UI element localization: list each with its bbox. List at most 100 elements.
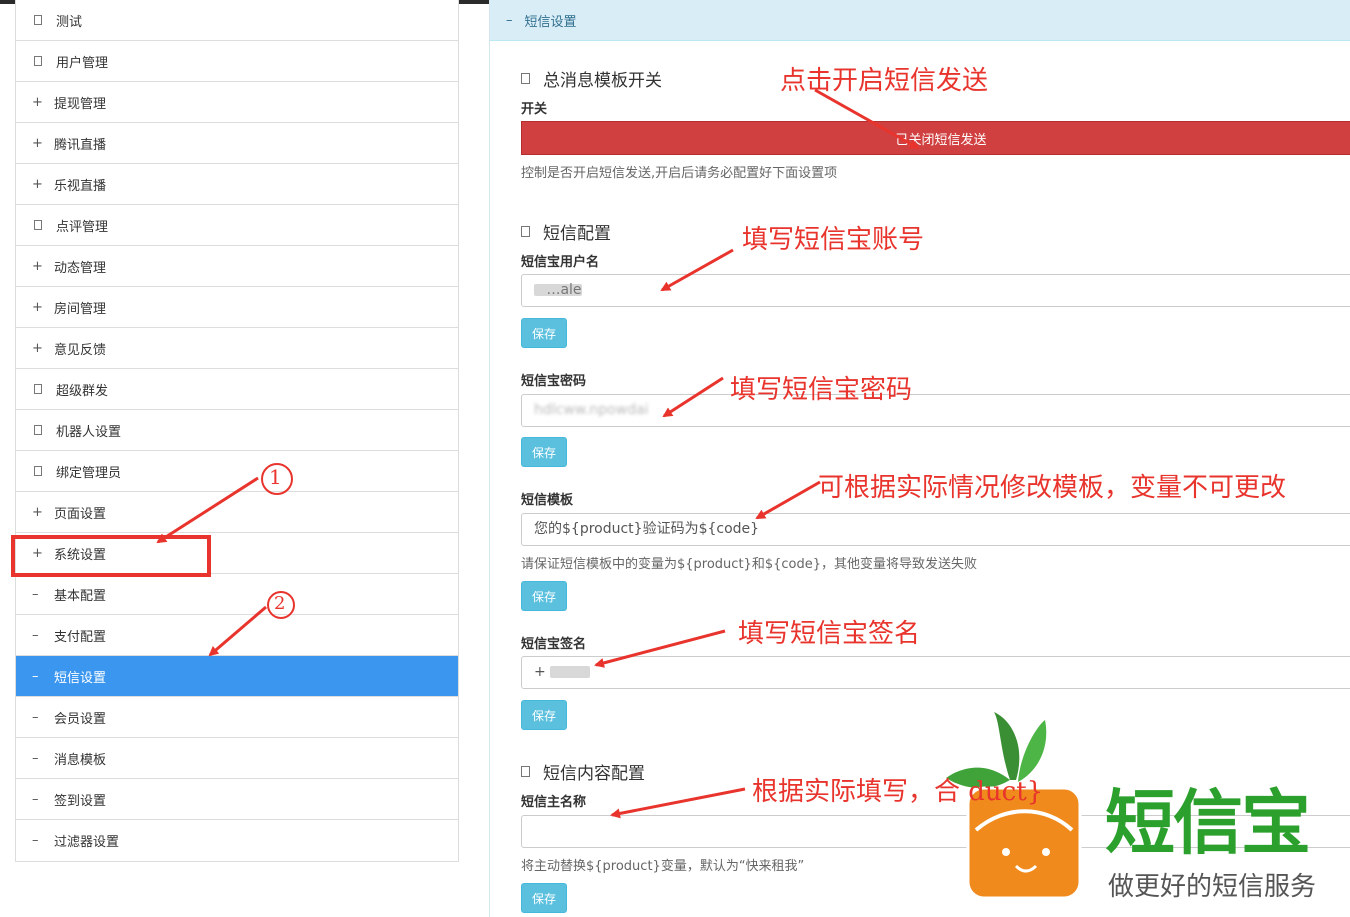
save-password-button[interactable]: 保存 [521,437,567,467]
expand-icon: + [32,340,43,356]
sidebar-item[interactable]: – 支付配置 [16,615,458,656]
blurred-value [550,666,591,678]
sidebar-item[interactable]: 绑定管理员 [16,451,458,492]
save-template-button[interactable]: 保存 [521,581,567,611]
sidebar-item-label: 签到设置 [54,793,107,809]
step-number-1: 1 [269,465,282,489]
signature-label: 短信宝签名 [521,637,587,652]
sub-item-icon: – [32,586,39,602]
annotation-account: 填写短信宝账号 [742,225,925,255]
subject-label: 短信主名称 [521,795,587,810]
sidebar-item-label: 动态管理 [54,260,107,276]
expand-icon: + [32,258,43,274]
sidebar-item-label: 用户管理 [56,55,109,71]
sidebar-item[interactable]: – 短信设置 [16,656,458,697]
save-username-button[interactable]: 保存 [521,318,567,348]
sidebar-item[interactable]: + 腾讯直播 [16,123,458,164]
logo-slogan: 做更好的短信服务 [1108,872,1317,902]
subject-hint: 将主动替换${product}变量，默认为“快来租我” [521,859,805,874]
sidebar-item[interactable]: 用户管理 [16,41,458,82]
sidebar-nav: 测试 用户管理 + 提现管理 + 腾讯直播 + 乐视直播 点评管理 + 动态管理 + 房间管理 + 意见反馈… [15,0,459,862]
sub-item-icon: – [32,627,39,643]
sub-item-icon: – [32,791,39,807]
sidebar-item[interactable]: + 意见反馈 [16,328,458,369]
page-icon [34,56,42,66]
sidebar-item-label: 机器人设置 [56,424,122,440]
sidebar-item[interactable]: 超级群发 [16,369,458,410]
master-switch-section-title: 总消息模板开关 [521,66,662,91]
panel-title: 短信设置 [524,14,577,30]
password-label: 短信宝密码 [521,374,587,389]
signature-input[interactable]: + [521,656,1350,689]
switch-label: 开关 [521,102,548,117]
panel-header[interactable]: – 短信设置 [490,0,1350,41]
template-input[interactable]: 您的${product}验证码为${code} [521,513,1350,546]
sidebar-item[interactable]: + 房间管理 [16,287,458,328]
collapse-icon[interactable]: – [506,13,513,28]
sidebar-item[interactable]: – 会员设置 [16,697,458,738]
highlight-box [11,535,211,577]
sidebar-item-label: 提现管理 [54,96,107,112]
sidebar-item-label: 绑定管理员 [56,465,122,481]
password-input[interactable]: hdlcww.npowdai [521,394,1350,427]
expand-icon: + [32,176,43,192]
section-icon [521,226,530,237]
sidebar-item-label: 点评管理 [56,219,109,235]
sidebar-item-label: 支付配置 [54,629,107,645]
password-value: hdlcww.npowdai [534,402,649,418]
sidebar-item[interactable]: – 基本配置 [16,574,458,615]
annotation-password: 填写短信宝密码 [730,375,913,405]
sidebar-item-label: 测试 [56,14,83,30]
sidebar-item[interactable]: + 乐视直播 [16,164,458,205]
sidebar-item-label: 短信设置 [54,670,107,686]
sidebar-item-label: 超级群发 [56,383,109,399]
sidebar-item[interactable]: – 消息模板 [16,738,458,779]
sidebar-item[interactable]: + 动态管理 [16,246,458,287]
expand-icon: + [32,94,43,110]
sidebar-item[interactable]: – 签到设置 [16,779,458,820]
content-config-section-title: 短信内容配置 [521,759,645,784]
sidebar-item[interactable]: 点评管理 [16,205,458,246]
page-icon [34,15,42,25]
signature-value: + [534,664,546,680]
annotation-enable-sms: 点击开启短信发送 [780,66,989,96]
annotation-template: 可根据实际情况修改模板，变量不可更改 [818,473,1287,503]
sidebar-item-label: 过滤器设置 [54,835,120,850]
annotation-subject: 根据实际填写，合 duct} [752,777,1044,807]
username-value: …ale [546,282,582,298]
logo-name: 短信宝 [1105,782,1311,864]
sidebar-item-label: 房间管理 [54,301,107,317]
save-subject-button[interactable]: 保存 [521,883,567,913]
annotation-signature: 填写短信宝签名 [738,619,921,649]
switch-hint: 控制是否开启短信发送,开启后请务必配置好下面设置项 [521,166,838,181]
master-switch-title: 总消息模板开关 [543,71,662,91]
content-config-title: 短信内容配置 [543,764,645,784]
sidebar-item-label: 会员设置 [54,711,107,727]
save-signature-button[interactable]: 保存 [521,700,567,730]
template-label: 短信模板 [521,493,574,508]
section-icon [521,73,530,84]
sms-toggle-button[interactable]: 已关闭短信发送 [521,121,1350,155]
sub-item-icon: – [32,668,39,684]
sub-item-icon: – [32,709,39,725]
sidebar-item[interactable]: 测试 [16,0,458,41]
sidebar-item[interactable]: + 提现管理 [16,82,458,123]
sidebar-item-label: 消息模板 [54,752,107,768]
page-icon [34,425,42,435]
sidebar-item-label: 乐视直播 [54,178,107,194]
page-icon [34,466,42,476]
sidebar-item-label: 腾讯直播 [54,137,107,153]
sub-item-icon: – [32,833,39,848]
sidebar-item[interactable]: – 过滤器设置 [16,820,458,861]
username-label: 短信宝用户名 [521,255,600,270]
sidebar-item[interactable]: 机器人设置 [16,410,458,451]
sidebar-item-label: 基本配置 [54,588,107,604]
expand-icon: + [32,504,43,520]
template-hint: 请保证短信模板中的变量为${product}和${code}，其他变量将导致发送… [521,557,977,572]
sub-item-icon: – [32,750,39,766]
sms-config-section-title: 短信配置 [521,219,611,244]
page-icon [34,384,42,394]
sidebar-item[interactable]: + 页面设置 [16,492,458,533]
username-input[interactable]: …ale [521,274,1350,307]
sms-config-title: 短信配置 [543,224,611,244]
